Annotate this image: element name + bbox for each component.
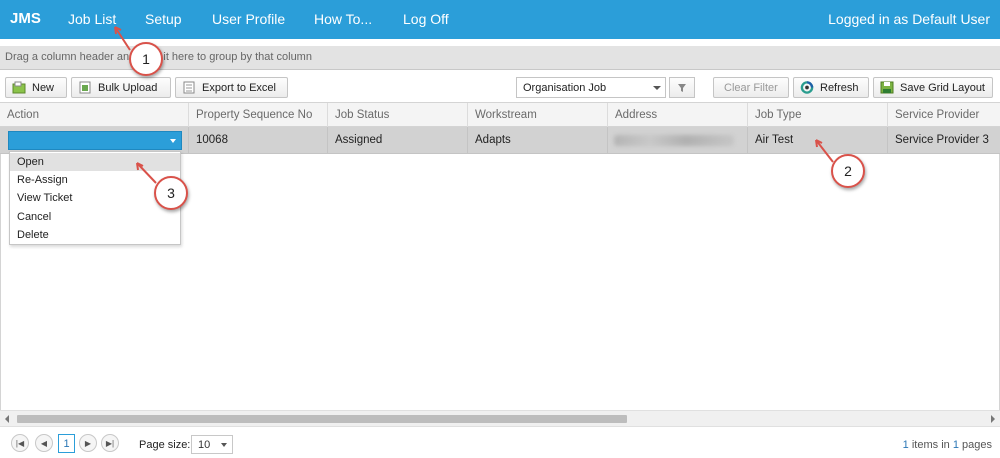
callout-3: 3	[154, 176, 188, 210]
pages-text: pages	[962, 439, 992, 451]
page-size-value: 10	[198, 439, 211, 451]
export-to-excel-button[interactable]: Export to Excel	[175, 77, 288, 98]
scroll-left-icon[interactable]	[5, 415, 9, 423]
horizontal-scrollbar[interactable]	[0, 410, 1000, 427]
bulk-upload-label: Bulk Upload	[98, 81, 158, 94]
scroll-right-icon[interactable]	[991, 415, 995, 423]
grid-view-select[interactable]: Organisation Job	[516, 77, 666, 98]
pager: |◀ ◀ 1 ▶ ▶| Page size: 10 1 items in 1 p…	[0, 430, 1000, 458]
refresh-icon	[800, 81, 814, 94]
new-button-label: New	[32, 81, 55, 94]
workstream-cell: Adapts	[468, 127, 608, 153]
column-header-address[interactable]: Address	[608, 103, 748, 127]
job-type-cell: Air Test	[748, 127, 888, 153]
clear-filter-button[interactable]: Clear Filter	[713, 77, 789, 98]
column-header-workstream[interactable]: Workstream	[468, 103, 608, 127]
save-grid-layout-label: Save Grid Layout	[900, 81, 985, 94]
column-header-service-provider[interactable]: Service Provider	[888, 103, 1000, 127]
action-dropdown[interactable]	[8, 131, 182, 150]
grid-toolbar: New Bulk Upload Export to Excel Organisa…	[0, 75, 1000, 101]
last-page-button[interactable]: ▶|	[101, 434, 119, 452]
column-header-job-status[interactable]: Job Status	[328, 103, 468, 127]
chevron-down-icon	[653, 86, 661, 90]
redacted-address	[614, 135, 734, 146]
pages-count: 1	[952, 439, 959, 451]
previous-page-button[interactable]: ◀	[35, 434, 53, 452]
refresh-button[interactable]: Refresh	[793, 77, 869, 98]
nav-setup[interactable]: Setup	[145, 11, 182, 27]
chevron-down-icon	[170, 139, 176, 143]
pager-info: 1 items in 1 pages	[903, 439, 992, 451]
bulk-upload-icon	[79, 81, 91, 94]
save-layout-icon	[880, 81, 894, 94]
callout-1: 1	[129, 42, 163, 76]
export-to-excel-label: Export to Excel	[202, 81, 276, 94]
current-page-number[interactable]: 1	[58, 434, 75, 453]
excel-icon	[183, 81, 195, 94]
top-navigation-bar: JMS Job List Setup User Profile How To..…	[0, 0, 1000, 39]
column-header-job-type[interactable]: Job Type	[748, 103, 888, 127]
nav-log-off[interactable]: Log Off	[403, 11, 449, 27]
grid-header: Action Property Sequence No Job Status W…	[0, 102, 1000, 127]
menu-item-cancel[interactable]: Cancel	[10, 208, 180, 226]
last-page-icon: ▶|	[105, 438, 115, 448]
first-page-button[interactable]: |◀	[11, 434, 29, 452]
refresh-label: Refresh	[820, 81, 859, 94]
filter-icon	[678, 84, 686, 92]
callout-2: 2	[831, 154, 865, 188]
new-icon	[12, 81, 26, 94]
menu-item-open[interactable]: Open	[10, 153, 180, 171]
page-size-select[interactable]: 10	[191, 435, 233, 454]
clear-filter-label: Clear Filter	[724, 81, 778, 94]
login-status: Logged in as Default User	[828, 11, 990, 27]
menu-item-delete[interactable]: Delete	[10, 226, 180, 244]
scrollbar-thumb[interactable]	[17, 415, 627, 423]
next-page-button[interactable]: ▶	[79, 434, 97, 452]
property-sequence-no-cell: 10068	[189, 127, 328, 153]
job-status-cell: Assigned	[328, 127, 468, 153]
items-count: 1	[902, 439, 909, 451]
nav-how-to[interactable]: How To...	[314, 11, 372, 27]
new-button[interactable]: New	[5, 77, 67, 98]
page-size-label: Page size:	[139, 439, 191, 451]
first-page-icon: |◀	[15, 438, 25, 448]
save-grid-layout-button[interactable]: Save Grid Layout	[873, 77, 993, 98]
app-brand[interactable]: JMS	[10, 10, 41, 27]
next-page-icon: ▶	[84, 438, 92, 448]
chevron-down-icon	[221, 443, 227, 447]
bulk-upload-button[interactable]: Bulk Upload	[71, 77, 171, 98]
grid-view-value: Organisation Job	[523, 82, 607, 94]
column-header-property-sequence-no[interactable]: Property Sequence No	[189, 103, 328, 127]
nav-user-profile[interactable]: User Profile	[212, 11, 285, 27]
filter-button[interactable]	[669, 77, 695, 98]
service-provider-cell: Service Provider 3	[895, 134, 989, 146]
items-text: items in	[911, 439, 950, 451]
nav-job-list[interactable]: Job List	[68, 11, 116, 27]
column-header-action[interactable]: Action	[0, 103, 189, 127]
previous-page-icon: ◀	[40, 438, 48, 448]
